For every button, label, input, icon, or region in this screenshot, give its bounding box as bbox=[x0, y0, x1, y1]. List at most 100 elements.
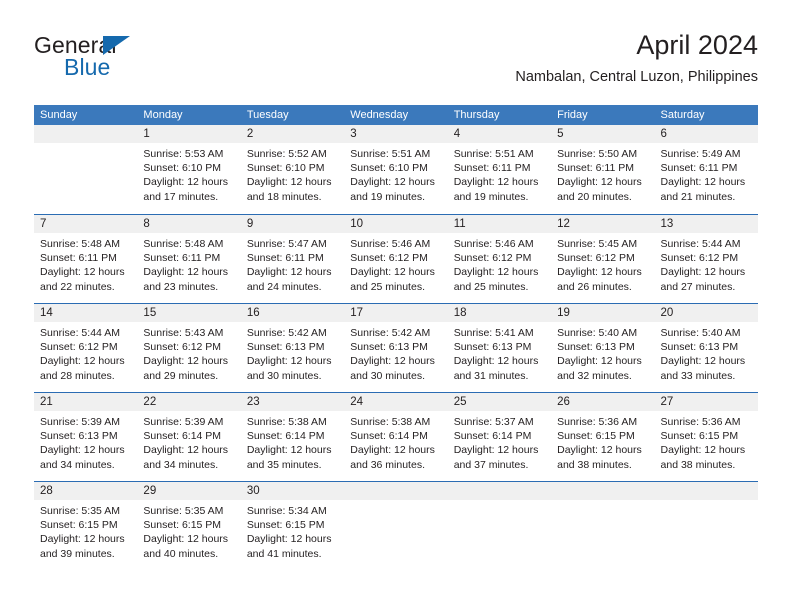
daylight-text-cont: and 22 minutes. bbox=[40, 280, 115, 293]
calendar-day-cell[interactable]: 6 Sunrise: 5:49 AM Sunset: 6:11 PM Daylight… bbox=[654, 125, 758, 214]
calendar-day-cell-empty bbox=[551, 482, 655, 570]
calendar-day-cell[interactable]: 14 Sunrise: 5:44 AM Sunset: 6:12 PM Dayligh… bbox=[34, 304, 138, 392]
calendar-day-cell[interactable]: 15 Sunrise: 5:43 AM Sunset: 6:12 PM Dayligh… bbox=[137, 304, 241, 392]
day-details: Sunrise: 5:35 AM Sunset: 6:15 PM Daylight:… bbox=[34, 500, 137, 561]
day-details: Sunrise: 5:52 AM Sunset: 6:10 PM Daylight:… bbox=[241, 143, 344, 204]
calendar-day-cell[interactable]: 19 Sunrise: 5:40 AM Sunset: 6:13 PM Dayligh… bbox=[551, 304, 655, 392]
sunset-text: Sunset: 6:11 PM bbox=[246, 252, 324, 265]
calendar-day-cell[interactable]: 30 Sunrise: 5:34 AM Sunset: 6:15 PM Dayligh… bbox=[240, 482, 345, 570]
weekday-header-monday: Monday bbox=[143, 109, 183, 121]
triangle-flag-icon bbox=[103, 36, 130, 55]
day-details: Sunrise: 5:41 AM Sunset: 6:13 PM Daylight:… bbox=[448, 322, 551, 383]
calendar-week-row: 14 Sunrise: 5:44 AM Sunset: 6:12 PM Dayligh… bbox=[34, 303, 758, 392]
daylight-text: Daylight: 12 hours bbox=[40, 355, 125, 368]
weekday-header-row: Sunday Monday Tuesday Wednesday Thursday Frid… bbox=[34, 105, 758, 125]
sunrise-text: Sunrise: 5:42 AM bbox=[246, 327, 327, 339]
daylight-text-cont: and 23 minutes. bbox=[143, 280, 219, 293]
day-details: Sunrise: 5:40 AM Sunset: 6:13 PM Daylight:… bbox=[551, 322, 654, 383]
calendar-day-cell[interactable]: 1 Sunrise: 5:53 AM Sunset: 6:10 PM Daylight… bbox=[137, 125, 241, 214]
calendar-day-cell[interactable]: 16 Sunrise: 5:42 AM Sunset: 6:13 PM Dayligh… bbox=[240, 304, 345, 392]
daylight-text-cont: and 37 minutes. bbox=[453, 458, 529, 471]
daylight-text-cont: and 36 minutes. bbox=[350, 458, 425, 471]
daylight-text: Daylight: 12 hours bbox=[453, 176, 539, 189]
calendar-day-cell[interactable]: 7 Sunrise: 5:48 AM Sunset: 6:11 PM Daylight… bbox=[34, 215, 138, 303]
day-number-band: 3 bbox=[344, 125, 448, 143]
calendar-day-cell[interactable]: 17 Sunrise: 5:42 AM Sunset: 6:13 PM Dayligh… bbox=[344, 304, 448, 392]
calendar-day-cell[interactable]: 9 Sunrise: 5:47 AM Sunset: 6:11 PM Daylight… bbox=[240, 215, 345, 303]
calendar-day-cell-empty bbox=[344, 482, 448, 570]
calendar-day-cell[interactable]: 20 Sunrise: 5:40 AM Sunset: 6:13 PM Dayligh… bbox=[654, 304, 758, 392]
calendar-day-cell[interactable]: 25 Sunrise: 5:37 AM Sunset: 6:14 PM Dayligh… bbox=[447, 393, 552, 481]
day-number-band: 22 bbox=[137, 393, 241, 411]
day-details: Sunrise: 5:34 AM Sunset: 6:15 PM Daylight:… bbox=[241, 500, 344, 561]
day-number-band bbox=[344, 482, 448, 500]
sunset-text: Sunset: 6:10 PM bbox=[350, 162, 428, 175]
calendar-day-cell[interactable]: 26 Sunrise: 5:36 AM Sunset: 6:15 PM Dayligh… bbox=[551, 393, 655, 481]
day-details: Sunrise: 5:36 AM Sunset: 6:15 PM Daylight:… bbox=[655, 411, 758, 472]
day-number: 3 bbox=[350, 128, 357, 140]
day-number-band bbox=[654, 482, 758, 500]
daylight-text-cont: and 19 minutes. bbox=[350, 190, 425, 203]
daylight-text: Daylight: 12 hours bbox=[143, 355, 229, 368]
calendar-day-cell[interactable]: 18 Sunrise: 5:41 AM Sunset: 6:13 PM Dayligh… bbox=[447, 304, 552, 392]
sunrise-text: Sunrise: 5:45 AM bbox=[557, 238, 638, 250]
weekday-header-thursday: Thursday bbox=[453, 109, 500, 121]
sunrise-text: Sunrise: 5:48 AM bbox=[143, 238, 224, 250]
sunrise-text: Sunrise: 5:48 AM bbox=[40, 238, 120, 250]
calendar-day-cell[interactable]: 8 Sunrise: 5:48 AM Sunset: 6:11 PM Daylight… bbox=[137, 215, 241, 303]
day-number-band: 14 bbox=[34, 304, 138, 322]
calendar-day-cell[interactable]: 12 Sunrise: 5:45 AM Sunset: 6:12 PM Dayligh… bbox=[551, 215, 655, 303]
day-details: Sunrise: 5:42 AM Sunset: 6:13 PM Daylight:… bbox=[344, 322, 447, 383]
calendar-day-cell[interactable]: 29 Sunrise: 5:35 AM Sunset: 6:15 PM Dayligh… bbox=[137, 482, 241, 570]
day-details: Sunrise: 5:47 AM Sunset: 6:11 PM Daylight:… bbox=[241, 233, 344, 294]
daylight-text-cont: and 39 minutes. bbox=[40, 547, 115, 560]
daylight-text: Daylight: 12 hours bbox=[660, 266, 746, 279]
day-details: Sunrise: 5:50 AM Sunset: 6:11 PM Daylight:… bbox=[551, 143, 654, 204]
title-block: April 2024 Nambalan, Central Luzon, Phil… bbox=[515, 28, 758, 88]
calendar-day-cell[interactable]: 2 Sunrise: 5:52 AM Sunset: 6:10 PM Daylight… bbox=[240, 125, 345, 214]
calendar-day-cell[interactable]: 23 Sunrise: 5:38 AM Sunset: 6:14 PM Dayligh… bbox=[240, 393, 345, 481]
daylight-text: Daylight: 12 hours bbox=[246, 533, 332, 546]
calendar-day-cell[interactable]: 21 Sunrise: 5:39 AM Sunset: 6:13 PM Dayligh… bbox=[34, 393, 138, 481]
day-details: Sunrise: 5:46 AM Sunset: 6:12 PM Daylight:… bbox=[448, 233, 551, 294]
day-details: Sunrise: 5:43 AM Sunset: 6:12 PM Daylight:… bbox=[137, 322, 240, 383]
daylight-text-cont: and 27 minutes. bbox=[660, 280, 736, 293]
calendar-day-cell[interactable]: 11 Sunrise: 5:46 AM Sunset: 6:12 PM Dayligh… bbox=[447, 215, 552, 303]
calendar-day-cell[interactable]: 28 Sunrise: 5:35 AM Sunset: 6:15 PM Dayligh… bbox=[34, 482, 138, 570]
day-details bbox=[655, 500, 758, 504]
calendar-day-cell[interactable]: 24 Sunrise: 5:38 AM Sunset: 6:14 PM Dayligh… bbox=[344, 393, 448, 481]
sunset-text: Sunset: 6:13 PM bbox=[557, 341, 635, 354]
daylight-text-cont: and 19 minutes. bbox=[453, 190, 529, 203]
sunset-text: Sunset: 6:12 PM bbox=[40, 341, 118, 354]
sunrise-text: Sunrise: 5:46 AM bbox=[453, 238, 534, 250]
day-number-band: 27 bbox=[654, 393, 758, 411]
calendar-day-cell[interactable]: 13 Sunrise: 5:44 AM Sunset: 6:12 PM Dayligh… bbox=[654, 215, 758, 303]
location-subtitle: Nambalan, Central Luzon, Philippines bbox=[515, 69, 758, 85]
daylight-text-cont: and 21 minutes. bbox=[660, 190, 736, 203]
calendar-day-cell[interactable]: 22 Sunrise: 5:39 AM Sunset: 6:14 PM Dayligh… bbox=[137, 393, 241, 481]
calendar-day-cell[interactable]: 3 Sunrise: 5:51 AM Sunset: 6:10 PM Daylight… bbox=[344, 125, 448, 214]
sunset-text: Sunset: 6:15 PM bbox=[660, 430, 739, 443]
sunset-text: Sunset: 6:13 PM bbox=[350, 341, 428, 354]
calendar-day-cell[interactable]: 5 Sunrise: 5:50 AM Sunset: 6:11 PM Daylight… bbox=[551, 125, 655, 214]
calendar-week-row: 21 Sunrise: 5:39 AM Sunset: 6:13 PM Dayligh… bbox=[34, 392, 758, 481]
day-number-band: 4 bbox=[447, 125, 552, 143]
daylight-text: Daylight: 12 hours bbox=[557, 355, 642, 368]
sunset-text: Sunset: 6:11 PM bbox=[143, 252, 221, 265]
calendar-day-cell[interactable]: 10 Sunrise: 5:46 AM Sunset: 6:12 PM Dayligh… bbox=[344, 215, 448, 303]
calendar-page: General Blue April 2024 Nambalan, Centra… bbox=[0, 0, 792, 612]
day-number-band: 19 bbox=[551, 304, 655, 322]
sunrise-text: Sunrise: 5:42 AM bbox=[350, 327, 431, 339]
calendar-day-cell[interactable]: 27 Sunrise: 5:36 AM Sunset: 6:15 PM Dayligh… bbox=[654, 393, 758, 481]
day-details: Sunrise: 5:45 AM Sunset: 6:12 PM Daylight:… bbox=[551, 233, 654, 294]
daylight-text-cont: and 41 minutes. bbox=[246, 547, 322, 560]
day-number: 25 bbox=[453, 396, 467, 408]
day-number: 24 bbox=[350, 396, 364, 408]
sunset-text: Sunset: 6:11 PM bbox=[453, 162, 531, 175]
calendar-day-cell[interactable]: 4 Sunrise: 5:51 AM Sunset: 6:11 PM Daylight… bbox=[447, 125, 552, 214]
sunrise-text: Sunrise: 5:36 AM bbox=[660, 416, 741, 428]
daylight-text: Daylight: 12 hours bbox=[143, 176, 229, 189]
calendar-weeks: 1 Sunrise: 5:53 AM Sunset: 6:10 PM Daylight… bbox=[34, 125, 758, 570]
calendar-week-row: 1 Sunrise: 5:53 AM Sunset: 6:10 PM Daylight… bbox=[34, 125, 758, 214]
sunrise-text: Sunrise: 5:44 AM bbox=[40, 327, 120, 339]
